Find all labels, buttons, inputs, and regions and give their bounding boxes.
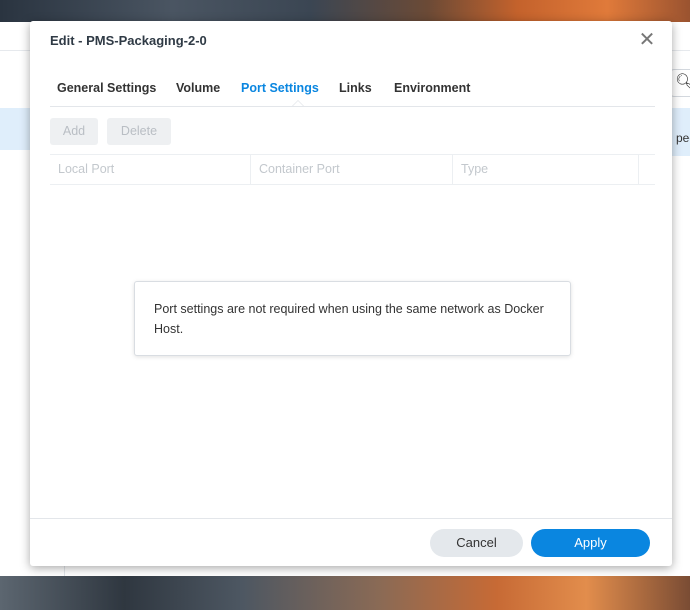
column-type[interactable]: Type (453, 155, 639, 184)
port-table-header: Local Port Container Port Type (50, 154, 655, 185)
close-icon[interactable]: ✕ (636, 29, 658, 51)
info-message-text: Port settings are not required when usin… (154, 302, 544, 336)
tab-port-settings[interactable]: Port Settings (241, 81, 319, 95)
tab-environment[interactable]: Environment (394, 81, 470, 95)
add-button[interactable]: Add (50, 118, 98, 145)
edit-container-dialog: Edit - PMS-Packaging-2-0 ✕ General Setti… (30, 21, 672, 566)
column-container-port[interactable]: Container Port (251, 155, 453, 184)
apply-button[interactable]: Apply (531, 529, 650, 557)
desktop-wallpaper-top (0, 0, 690, 22)
delete-button[interactable]: Delete (107, 118, 171, 145)
cancel-button[interactable]: Cancel (430, 529, 523, 557)
background-selected-row (0, 108, 30, 150)
tab-general-settings[interactable]: General Settings (57, 81, 156, 95)
active-tab-indicator (292, 100, 304, 106)
tab-volume[interactable]: Volume (176, 81, 220, 95)
desktop-wallpaper-bottom (0, 576, 690, 610)
column-local-port[interactable]: Local Port (50, 155, 251, 184)
tab-links[interactable]: Links (339, 81, 372, 95)
tab-bar: General Settings Volume Port Settings Li… (50, 74, 655, 107)
search-icon: 🔍︎ (675, 74, 690, 91)
dialog-title: Edit - PMS-Packaging-2-0 (50, 33, 207, 48)
info-message-box: Port settings are not required when usin… (134, 281, 571, 356)
background-truncated-text: pec (676, 131, 690, 145)
dialog-footer: Cancel Apply (30, 518, 672, 567)
